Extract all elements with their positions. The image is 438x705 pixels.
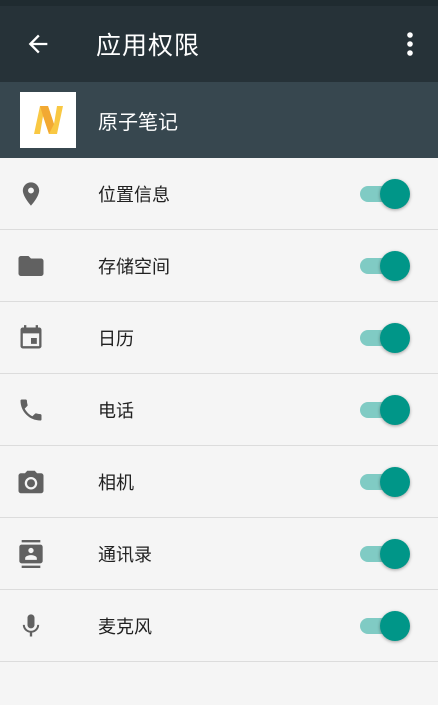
permission-row-microphone[interactable]: 麦克风 (0, 590, 438, 662)
arrow-back-icon (28, 34, 48, 54)
more-vert-icon (407, 32, 413, 56)
permission-row-calendar[interactable]: 日历 (0, 302, 438, 374)
location-icon (16, 179, 46, 209)
permission-toggle[interactable] (360, 179, 410, 209)
toggle-thumb (380, 179, 410, 209)
permission-row-location[interactable]: 位置信息 (0, 158, 438, 230)
permission-toggle[interactable] (360, 611, 410, 641)
permission-row-phone[interactable]: 电话 (0, 374, 438, 446)
permission-row-storage[interactable]: 存储空间 (0, 230, 438, 302)
permission-label: 日历 (98, 328, 134, 350)
contacts-icon (16, 539, 46, 569)
permission-toggle[interactable] (360, 323, 410, 353)
back-button[interactable] (16, 22, 60, 66)
permission-label: 相机 (98, 472, 134, 494)
toggle-thumb (380, 251, 410, 281)
permission-list: 位置信息 存储空间 日历 电话 相机 通讯录 麦克风 (0, 158, 438, 662)
permission-toggle[interactable] (360, 251, 410, 281)
app-logo (20, 92, 76, 148)
permission-toggle[interactable] (360, 395, 410, 425)
camera-icon (16, 467, 46, 497)
toggle-thumb (380, 539, 410, 569)
permission-label: 位置信息 (98, 184, 170, 206)
permission-label: 存储空间 (98, 256, 170, 278)
toggle-thumb (380, 467, 410, 497)
permission-label: 通讯录 (98, 544, 152, 566)
phone-icon (16, 395, 46, 425)
toggle-thumb (380, 611, 410, 641)
app-header: 原子笔记 (0, 82, 438, 158)
permission-toggle[interactable] (360, 539, 410, 569)
toggle-thumb (380, 323, 410, 353)
toggle-thumb (380, 395, 410, 425)
app-name: 原子笔记 (98, 109, 178, 134)
calendar-icon (16, 323, 46, 353)
permission-row-camera[interactable]: 相机 (0, 446, 438, 518)
permission-label: 麦克风 (98, 616, 152, 638)
toolbar: 应用权限 (0, 6, 438, 82)
permission-toggle[interactable] (360, 467, 410, 497)
more-options-button[interactable] (396, 22, 424, 66)
folder-icon (16, 251, 46, 281)
microphone-icon (16, 611, 46, 641)
page-title: 应用权限 (96, 31, 201, 60)
permission-label: 电话 (98, 400, 134, 422)
permission-row-contacts[interactable]: 通讯录 (0, 518, 438, 590)
app-logo-n-icon (34, 106, 63, 134)
